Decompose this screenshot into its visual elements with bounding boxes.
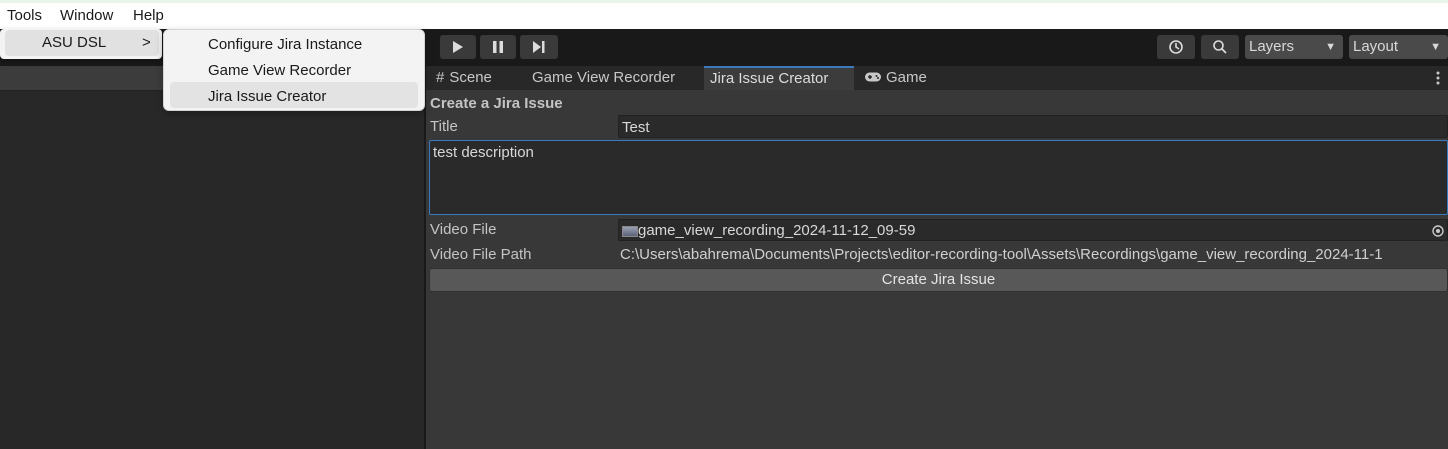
menu-item-jira-issue-creator-label: Jira Issue Creator bbox=[208, 88, 327, 105]
tab-game-view-recorder-label: Game View Recorder bbox=[532, 69, 676, 86]
tab-bar: # Scene Game View Recorder Jira Issue Cre… bbox=[426, 66, 1448, 90]
menu-item-asu-dsl-label: ASU DSL bbox=[42, 34, 107, 51]
video-path-value: C:\Users\abahrema\Documents\Projects\edi… bbox=[620, 246, 1383, 263]
video-file-value: game_view_recording_2024-11-12_09-59 bbox=[638, 222, 916, 239]
history-icon bbox=[1169, 40, 1183, 54]
title-input[interactable]: Test bbox=[618, 115, 1448, 138]
description-textarea[interactable]: test description bbox=[429, 140, 1448, 215]
chevron-down-icon: ▼ bbox=[1430, 41, 1441, 53]
search-button[interactable] bbox=[1201, 35, 1239, 59]
play-button[interactable] bbox=[440, 35, 476, 59]
play-icon bbox=[453, 41, 463, 53]
video-path-label: Video File Path bbox=[430, 246, 532, 263]
step-button[interactable] bbox=[520, 35, 558, 59]
tab-jira-issue-creator-label: Jira Issue Creator bbox=[710, 70, 829, 87]
menu-tools[interactable]: Tools bbox=[7, 7, 42, 24]
gamepad-icon bbox=[865, 72, 881, 82]
tab-scene-label: Scene bbox=[449, 69, 492, 86]
search-icon bbox=[1213, 40, 1227, 54]
tab-scene[interactable]: # Scene bbox=[430, 66, 498, 90]
object-picker-icon[interactable] bbox=[1432, 225, 1444, 237]
menu-help[interactable]: Help bbox=[133, 7, 164, 24]
step-icon bbox=[533, 41, 545, 53]
menu-item-asu-dsl[interactable]: ASU DSL > bbox=[5, 30, 159, 56]
asu-dsl-submenu: Configure Jira Instance Game View Record… bbox=[163, 29, 425, 111]
tab-jira-issue-creator[interactable]: Jira Issue Creator bbox=[704, 66, 854, 90]
pause-button[interactable] bbox=[480, 35, 516, 59]
layout-label: Layout bbox=[1353, 38, 1399, 55]
layers-label: Layers bbox=[1249, 38, 1295, 55]
form-heading: Create a Jira Issue bbox=[430, 95, 563, 112]
tab-game-view-recorder[interactable]: Game View Recorder bbox=[526, 66, 681, 90]
create-jira-issue-button[interactable]: Create Jira Issue bbox=[429, 268, 1448, 292]
video-clip-icon bbox=[622, 226, 638, 237]
chevron-right-icon: > bbox=[142, 34, 151, 51]
left-panel bbox=[0, 66, 424, 449]
tab-game[interactable]: Game bbox=[858, 66, 933, 90]
video-file-field[interactable]: game_view_recording_2024-11-12_09-59 bbox=[618, 219, 1448, 241]
menu-item-game-view-recorder[interactable]: Game View Recorder bbox=[208, 62, 351, 79]
undo-history-button[interactable] bbox=[1157, 35, 1195, 59]
jira-issue-creator-panel: Create a Jira Issue Title Test test desc… bbox=[426, 90, 1448, 449]
pause-icon bbox=[493, 41, 503, 53]
menu-item-configure-jira[interactable]: Configure Jira Instance bbox=[208, 36, 362, 53]
more-options-icon[interactable] bbox=[1436, 71, 1440, 85]
menu-window[interactable]: Window bbox=[60, 7, 113, 24]
tab-game-label: Game bbox=[886, 69, 927, 86]
layers-dropdown[interactable]: Layers ▼ bbox=[1245, 35, 1343, 59]
menu-item-jira-issue-creator[interactable]: Jira Issue Creator bbox=[170, 82, 418, 108]
menu-bar: Tools Window Help bbox=[0, 0, 1448, 29]
grid-icon: # bbox=[436, 69, 445, 86]
video-file-label: Video File bbox=[430, 221, 497, 238]
tools-menu: ASU DSL > bbox=[0, 29, 162, 59]
layout-dropdown[interactable]: Layout ▼ bbox=[1349, 35, 1448, 59]
title-label: Title bbox=[430, 118, 458, 135]
chevron-down-icon: ▼ bbox=[1325, 41, 1336, 53]
